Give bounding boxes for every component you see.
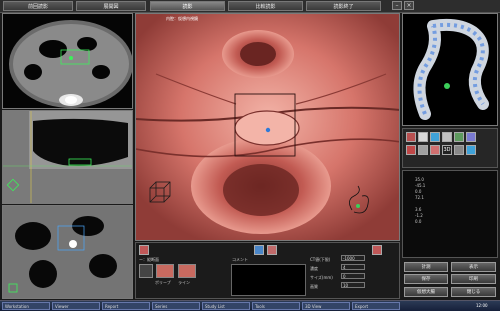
- taskbar-item[interactable]: 3D View: [302, 302, 350, 310]
- bookmark-icon[interactable]: [254, 245, 264, 255]
- comment-field[interactable]: [231, 264, 306, 296]
- colon-map-image: [413, 18, 489, 120]
- hint-label: ー：縦断面: [139, 257, 159, 262]
- setting-value[interactable]: 10: [341, 282, 365, 288]
- taskbar: Workstation Viewer Report Series Study L…: [0, 300, 500, 311]
- bottom-panel: ー：縦断面 ポリープ ライン コメント CT値(下限) -1000 濃度 4 サ…: [135, 242, 400, 299]
- taskbar-item[interactable]: Study List: [202, 302, 250, 310]
- lumen-tool-icon[interactable]: [430, 132, 440, 142]
- measure-tool-icon[interactable]: [442, 132, 452, 142]
- main-view-label: 内腔：仮想内視鏡: [166, 16, 198, 21]
- virtual-colon-button[interactable]: 仮想大腸: [404, 287, 448, 297]
- 3d-view-icon[interactable]: 3D: [442, 145, 452, 155]
- info-value: -1.2: [415, 213, 423, 218]
- tab-unfold[interactable]: 展開図: [76, 1, 146, 11]
- rotate-tool-icon[interactable]: [454, 145, 464, 155]
- tab-reading[interactable]: 読影: [150, 1, 225, 11]
- virtual-endoscopy-view[interactable]: 内腔：仮想内視鏡: [135, 13, 400, 241]
- info-value: 0.0: [415, 189, 422, 194]
- sagittal-ct-view[interactable]: [2, 110, 133, 204]
- print-button[interactable]: 印刷: [451, 274, 496, 284]
- thumbnail-label: ポリープ: [155, 280, 171, 285]
- taskbar-item[interactable]: Export: [352, 302, 400, 310]
- info-value: -45.1: [415, 183, 426, 188]
- thumbnail-polyp[interactable]: [156, 264, 174, 278]
- sagittal-ct-image: [3, 111, 132, 203]
- close-button[interactable]: 閉じる: [451, 287, 496, 297]
- info-value: 0.0: [415, 219, 422, 224]
- polyp-tool-icon[interactable]: [406, 145, 416, 155]
- axial-ct-image: [9, 20, 132, 108]
- thumbnail-view[interactable]: [139, 264, 153, 278]
- taskbar-item[interactable]: Viewer: [52, 302, 100, 310]
- colon-3d-map[interactable]: [402, 13, 498, 126]
- taskbar-item[interactable]: Workstation: [2, 302, 50, 310]
- thumbnail-label: ライン: [178, 280, 190, 285]
- save-button[interactable]: 保存: [404, 274, 448, 284]
- setting-value[interactable]: 4: [341, 264, 365, 270]
- colon-lumen-render: [136, 14, 399, 240]
- info-value: 35.0: [415, 177, 424, 182]
- setting-value[interactable]: 0: [341, 273, 365, 279]
- tab-previous[interactable]: 前回読影: [3, 1, 73, 11]
- setting-label: CT値(下限): [310, 257, 331, 262]
- taskbar-item[interactable]: Tools: [252, 302, 300, 310]
- info-list: 35.0 -45.1 0.0 72.1 3.6 -1.2 0.0: [402, 170, 498, 258]
- setting-label: サイズ(mm): [310, 275, 333, 280]
- path-tool-icon[interactable]: [454, 132, 464, 142]
- tab-compare[interactable]: 比較読影: [228, 1, 303, 11]
- marker-tool-icon[interactable]: [418, 145, 428, 155]
- axial-tool-icon[interactable]: [418, 132, 428, 142]
- snapshot-icon[interactable]: [267, 245, 277, 255]
- coronal-ct-view[interactable]: [2, 205, 133, 299]
- info-value: 72.1: [415, 195, 424, 200]
- mucosa-tool-icon[interactable]: [430, 145, 440, 155]
- setting-label: 濃度: [310, 266, 318, 271]
- tab-finish[interactable]: 読影終了: [306, 1, 381, 11]
- taskbar-item[interactable]: Report: [102, 302, 150, 310]
- setting-label: 画質: [310, 284, 318, 289]
- tool-palette: 3D: [402, 128, 498, 168]
- close-icon[interactable]: ×: [404, 1, 414, 10]
- thumbnail-line[interactable]: [178, 264, 196, 278]
- coronal-ct-image: [3, 206, 132, 298]
- record-icon[interactable]: [372, 245, 382, 255]
- flythrough-tool-icon[interactable]: [466, 132, 476, 142]
- display-button[interactable]: 表示: [451, 262, 496, 272]
- clock: 12:00: [476, 303, 488, 308]
- info-value: 3.6: [415, 207, 422, 212]
- setting-value[interactable]: -1000: [341, 255, 365, 261]
- comment-label: コメント: [232, 257, 248, 262]
- taskbar-item[interactable]: Series: [152, 302, 200, 310]
- polyp-marker-icon[interactable]: [139, 245, 149, 255]
- minimize-icon[interactable]: –: [392, 1, 402, 10]
- tab-bar: 前回読影 展開図 読影 比較読影 読影終了 – ×: [0, 0, 500, 13]
- camera-tool-icon[interactable]: [466, 145, 476, 155]
- axial-ct-view[interactable]: [2, 13, 133, 109]
- colon-tool-icon[interactable]: [406, 132, 416, 142]
- measure-button[interactable]: 計測: [404, 262, 448, 272]
